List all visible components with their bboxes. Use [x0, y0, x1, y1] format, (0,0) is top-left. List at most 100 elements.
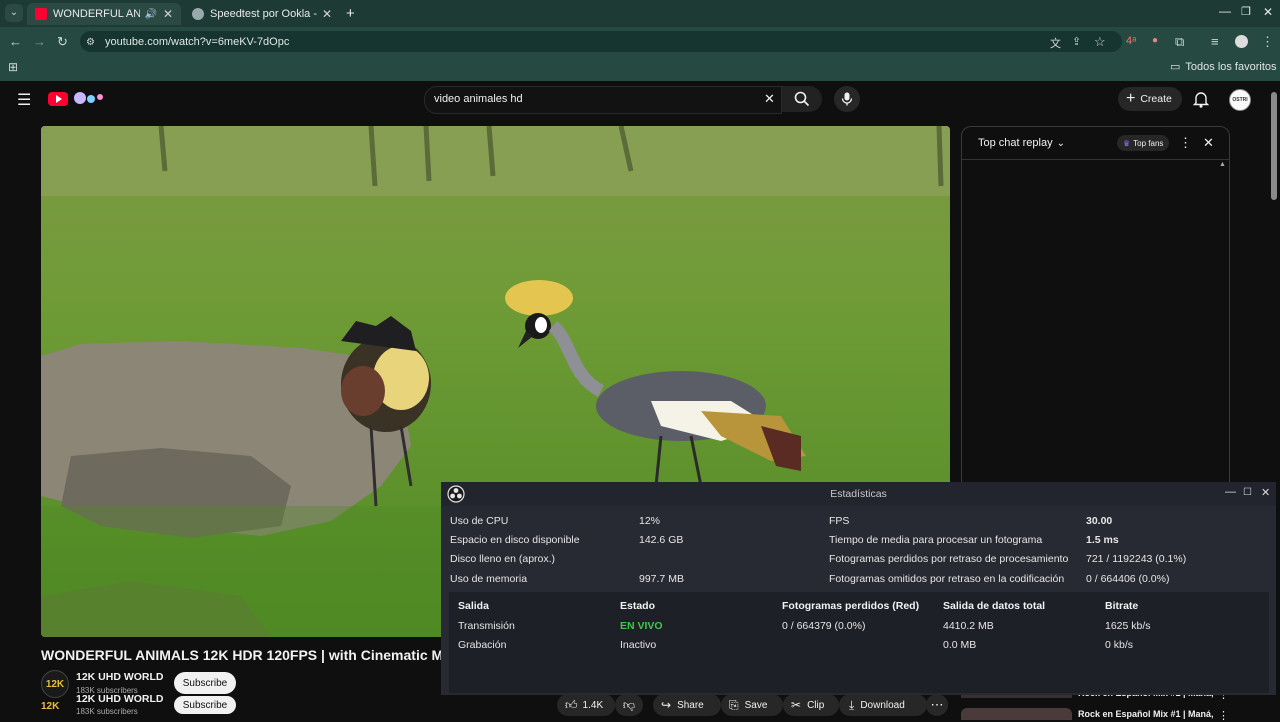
profile-avatar[interactable]: [1235, 35, 1248, 48]
like-count: 1.4K: [582, 699, 604, 711]
bookmark-star-icon[interactable]: ☆: [1094, 34, 1106, 50]
site-info-icon[interactable]: ⚙: [86, 37, 95, 48]
table-cell: Grabación: [458, 639, 507, 651]
top-fans-label: Top fans: [1133, 138, 1164, 148]
notifications-bell-icon[interactable]: [1192, 90, 1210, 108]
chat-close-icon[interactable]: ✕: [1203, 135, 1214, 151]
media-control-icon[interactable]: ≡: [1211, 34, 1219, 49]
close-window-icon[interactable]: ✕: [1263, 5, 1273, 19]
more-horizontal-icon: ⋯: [930, 697, 944, 712]
youtube-logo[interactable]: [48, 92, 68, 106]
voice-search-button[interactable]: [834, 86, 860, 112]
microphone-icon: [841, 92, 853, 106]
channel-name-secondary[interactable]: 12K UHD WORLD: [76, 693, 164, 705]
audio-playing-icon[interactable]: 🔊: [144, 9, 156, 20]
subscribe-label: Subscribe: [182, 699, 228, 711]
subscribe-button[interactable]: Subscribe: [174, 672, 236, 694]
plus-icon: +: [1126, 90, 1136, 107]
back-icon[interactable]: ←: [9, 34, 22, 49]
channel-name[interactable]: 12K UHD WORLD: [76, 671, 164, 683]
chat-mode-dropdown[interactable]: Top chat replay ⌄: [978, 137, 1065, 149]
restore-icon[interactable]: ❐: [1241, 5, 1251, 18]
minimize-icon[interactable]: —: [1219, 4, 1231, 18]
account-avatar[interactable]: OSTRI: [1229, 89, 1251, 111]
tab-youtube[interactable]: WONDERFUL ANIMA 🔊 ✕: [27, 3, 181, 25]
stat-label: FPS: [829, 515, 850, 527]
new-tab-icon[interactable]: +: [346, 5, 355, 22]
chat-scroll-up-icon[interactable]: ▲: [1219, 161, 1226, 168]
dislike-button[interactable]: 👎︎: [615, 694, 643, 716]
doodle-icon[interactable]: [71, 89, 107, 107]
share-label: Share: [677, 699, 704, 711]
url-text[interactable]: youtube.com/watch?v=6meKV-7dOpc: [105, 36, 289, 48]
table-cell: 4410.2 MB: [943, 620, 994, 632]
extensions-puzzle-icon[interactable]: ⧉: [1175, 34, 1184, 50]
tab-search-icon[interactable]: ⌄: [5, 4, 23, 22]
channel-avatar[interactable]: 12K: [41, 670, 69, 698]
clip-button[interactable]: ✂ Clip: [783, 694, 839, 716]
stat-label: Espacio en disco disponible: [450, 534, 580, 546]
obs-maximize-icon[interactable]: ☐: [1243, 487, 1252, 498]
bookmarks-bar: [0, 56, 1280, 81]
download-label: Download: [860, 699, 905, 711]
channel-logo-text: 12K: [41, 701, 60, 712]
more-actions-button[interactable]: ⋯: [926, 694, 948, 716]
subscribe-button-secondary[interactable]: Subscribe: [174, 696, 236, 714]
stat-value: 997.7 MB: [639, 573, 684, 585]
like-button[interactable]: 👍︎ 1.4K: [557, 694, 615, 716]
avatar-text: OSTRI: [1232, 97, 1248, 103]
tab-close-icon[interactable]: ✕: [163, 7, 173, 21]
search-button[interactable]: [782, 86, 822, 112]
hamburger-menu-icon[interactable]: ☰: [17, 90, 31, 110]
related-more-icon[interactable]: ⋮: [1218, 709, 1229, 722]
share-button[interactable]: ↪ Share: [653, 694, 721, 716]
table-cell: 0 kb/s: [1105, 639, 1134, 651]
stat-value: 0 / 664406 (0.0%): [1086, 573, 1170, 585]
table-header: Estado: [620, 600, 656, 612]
extension-a-icon[interactable]: 4ᵃ: [1126, 35, 1136, 47]
download-icon: ⤓: [849, 697, 855, 712]
tab-close-icon[interactable]: ✕: [322, 7, 332, 21]
search-input[interactable]: video animales hd: [434, 93, 523, 105]
table-cell: 0.0 MB: [943, 639, 977, 651]
obs-close-icon[interactable]: ✕: [1261, 486, 1270, 499]
stat-label: Uso de memoria: [450, 573, 528, 585]
browser-menu-icon[interactable]: ⋮: [1261, 34, 1274, 50]
stat-label: Disco lleno en (aprox.): [450, 553, 556, 565]
page-scrollbar-thumb[interactable]: [1271, 92, 1277, 200]
stat-label: Fotogramas omitidos por retraso en la co…: [829, 573, 1065, 585]
related-thumbnail[interactable]: [961, 708, 1072, 720]
apps-grid-icon[interactable]: ⊞: [8, 60, 18, 74]
chat-more-icon[interactable]: ⋮: [1179, 135, 1192, 151]
related-video-title[interactable]: Rock en Español Mix #1 | Maná,: [1078, 709, 1214, 719]
youtube-favicon-icon: [35, 8, 47, 20]
table-cell: 0 / 664379 (0.0%): [782, 620, 866, 632]
tab-speedtest[interactable]: Speedtest por Ookla - La ✕: [184, 3, 340, 25]
channel-avatar-secondary[interactable]: 12K: [41, 696, 67, 716]
translate-icon[interactable]: 文: [1050, 35, 1061, 51]
create-button[interactable]: + Create: [1118, 87, 1182, 111]
install-app-icon[interactable]: ⇪: [1072, 35, 1081, 48]
extension-b-icon[interactable]: ●: [1152, 35, 1158, 46]
forward-icon[interactable]: →: [33, 34, 46, 49]
thumbs-down-icon: 👎︎: [622, 697, 636, 712]
table-cell: 1625 kb/s: [1105, 620, 1151, 632]
top-fans-chip[interactable]: ♛ Top fans: [1117, 135, 1170, 151]
obs-minimize-icon[interactable]: —: [1225, 486, 1236, 498]
tab-title: WONDERFUL ANIMA: [53, 8, 141, 20]
save-button[interactable]: ⎘ Save: [721, 694, 783, 716]
clip-label: Clip: [807, 699, 825, 711]
reload-icon[interactable]: ↻: [57, 34, 68, 50]
chevron-down-icon: ⌄: [1056, 137, 1065, 149]
download-button[interactable]: ⤓ Download: [839, 694, 927, 716]
bookmarks-folder-label: Todos los favoritos: [1185, 60, 1277, 73]
all-bookmarks-button[interactable]: ▭ Todos los favoritos: [1170, 60, 1277, 74]
stat-label: Uso de CPU: [450, 515, 509, 527]
table-cell: Transmisión: [458, 620, 515, 632]
video-title: WONDERFUL ANIMALS 12K HDR 120FPS | with …: [41, 647, 441, 663]
table-header: Bitrate: [1105, 600, 1139, 612]
chat-mode-label: Top chat replay: [978, 137, 1053, 149]
table-header: Salida: [458, 600, 489, 612]
stat-value: 12%: [639, 515, 661, 527]
clear-search-icon[interactable]: ✕: [764, 91, 775, 107]
